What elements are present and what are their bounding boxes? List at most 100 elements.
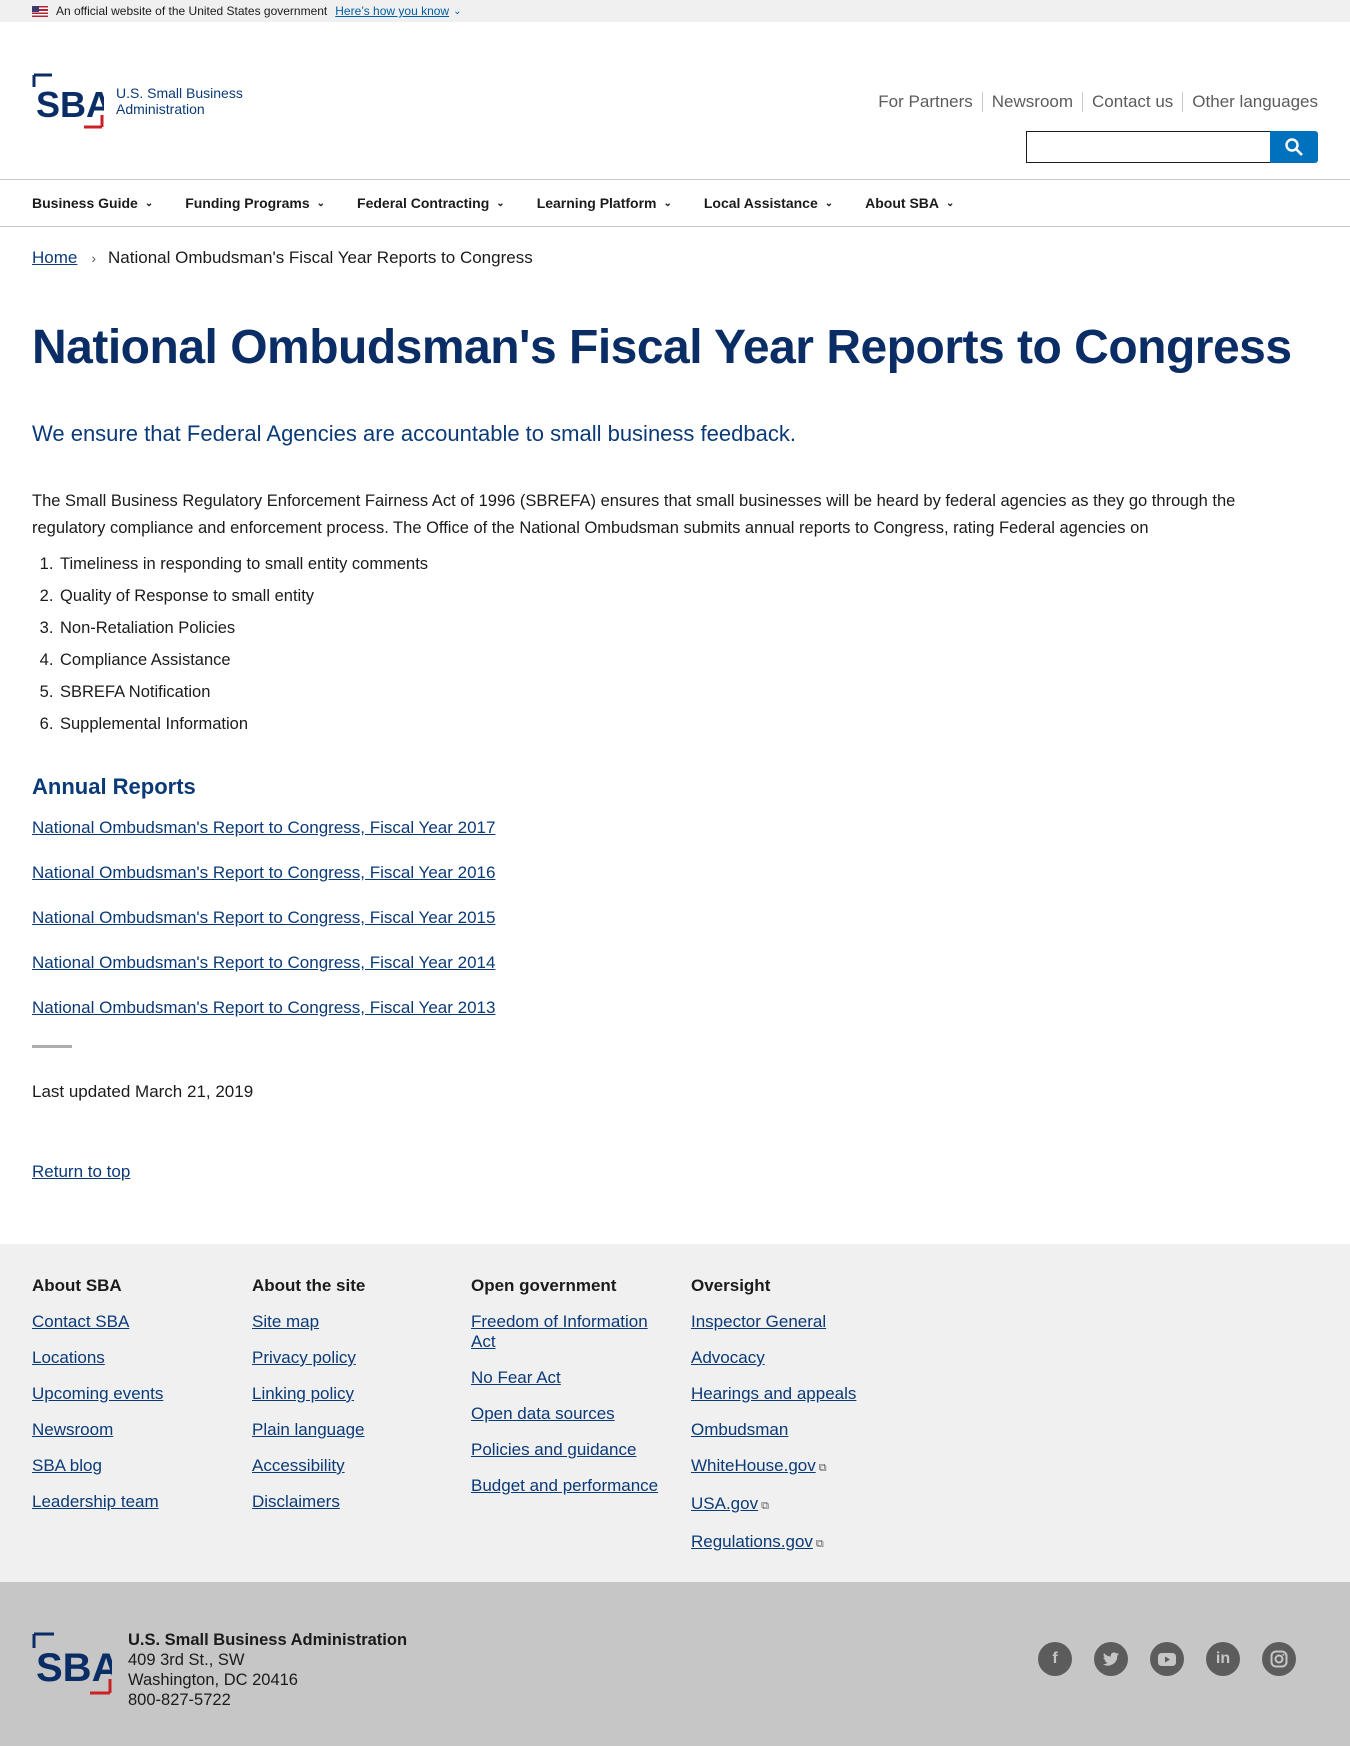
footer-phone: 800-827-5722 — [128, 1691, 231, 1709]
heres-how-you-know-link[interactable]: Here’s how you know — [335, 4, 449, 18]
report-link-fy2014[interactable]: National Ombudsman's Report to Congress,… — [32, 953, 495, 972]
footer-bottom: SBA U.S. Small Business Administration 4… — [0, 1582, 1350, 1746]
chevron-down-icon: ⌄ — [946, 197, 955, 209]
list-item: Non-Retaliation Policies — [58, 612, 1318, 644]
list-item: Compliance Assistance — [58, 644, 1318, 676]
lead-text: We ensure that Federal Agencies are acco… — [32, 421, 796, 446]
nav-label: Federal Contracting — [357, 195, 490, 211]
nav-federal-contracting[interactable]: Federal Contracting ⌄ — [357, 195, 505, 211]
nav-label: Local Assistance — [703, 195, 818, 211]
footer-col-title: About SBA — [32, 1276, 122, 1295]
nav-label: Learning Platform — [536, 195, 657, 211]
footer-link-locations[interactable]: Locations — [32, 1348, 105, 1367]
return-to-top-link[interactable]: Return to top — [32, 1162, 130, 1182]
logo-text-line2: Administration — [116, 101, 205, 117]
footer-link-sba-blog[interactable]: SBA blog — [32, 1456, 102, 1475]
footer-link-inspector-general[interactable]: Inspector General — [691, 1312, 826, 1331]
footer-link-upcoming-events[interactable]: Upcoming events — [32, 1384, 163, 1403]
footer-link-leadership-team[interactable]: Leadership team — [32, 1492, 159, 1511]
instagram-icon[interactable] — [1262, 1642, 1296, 1676]
report-link-fy2016[interactable]: National Ombudsman's Report to Congress,… — [32, 863, 495, 882]
footer-link-ombudsman[interactable]: Ombudsman — [691, 1420, 788, 1439]
footer-link-hearings-appeals[interactable]: Hearings and appeals — [691, 1384, 856, 1403]
external-link-icon: ⧉ — [761, 1500, 769, 1512]
list-item: Timeliness in responding to small entity… — [58, 548, 1318, 580]
footer-link-open-data[interactable]: Open data sources — [471, 1404, 615, 1423]
twitter-icon[interactable] — [1094, 1642, 1128, 1676]
logo-text-line1: U.S. Small Business — [116, 85, 243, 101]
criteria-list: Timeliness in responding to small entity… — [32, 548, 1318, 740]
youtube-icon[interactable] — [1150, 1642, 1184, 1676]
chevron-down-icon: ⌄ — [316, 197, 326, 209]
site-header: SBA U.S. Small Business Administration F… — [0, 22, 1350, 180]
us-flag-icon — [32, 5, 48, 17]
page-title: National Ombudsman's Fiscal Year Reports… — [32, 321, 1292, 374]
nav-label: Business Guide — [32, 195, 138, 211]
search-icon — [1285, 138, 1303, 156]
last-updated: Last updated March 21, 2019 — [32, 1082, 254, 1101]
divider — [32, 1045, 72, 1048]
breadcrumb-home-link[interactable]: Home — [32, 248, 77, 268]
footer-link-plain-language[interactable]: Plain language — [252, 1420, 364, 1439]
footer-col-about-sba: About SBA Contact SBA Locations Upcoming… — [32, 1276, 222, 1528]
util-nav-for-partners[interactable]: For Partners — [878, 92, 981, 112]
utility-nav: For Partners Newsroom Contact us Other l… — [878, 92, 1318, 112]
chevron-down-icon: ⌄ — [663, 197, 672, 209]
search-button[interactable] — [1270, 131, 1318, 163]
svg-text:SBA: SBA — [36, 1646, 112, 1690]
footer-col-about-site: About the site Site map Privacy policy L… — [252, 1276, 442, 1528]
footer-link-contact-sba[interactable]: Contact SBA — [32, 1312, 129, 1331]
logo-text: U.S. Small Business Administration — [116, 85, 243, 117]
breadcrumb-current: National Ombudsman's Fiscal Year Reports… — [108, 248, 533, 267]
gov-banner-text: An official website of the United States… — [56, 4, 328, 18]
util-nav-newsroom[interactable]: Newsroom — [981, 92, 1082, 112]
facebook-icon[interactable]: f — [1038, 1642, 1072, 1676]
list-item: Supplemental Information — [58, 708, 1318, 740]
chevron-right-icon: › — [91, 250, 97, 266]
search-input[interactable] — [1026, 131, 1270, 163]
main-nav: Business Guide ⌄ Funding Programs ⌄ Federa… — [0, 180, 1350, 227]
footer-link-privacy-policy[interactable]: Privacy policy — [252, 1348, 356, 1367]
util-nav-other-languages[interactable]: Other languages — [1182, 92, 1318, 112]
footer-col-open-government: Open government Freedom of Information A… — [471, 1276, 661, 1512]
footer-link-foia[interactable]: Freedom of Information Act — [471, 1312, 648, 1351]
chevron-down-icon: ⌄ — [144, 197, 154, 209]
svg-text:SBA: SBA — [36, 84, 104, 125]
nav-local-assistance[interactable]: Local Assistance ⌄ — [704, 195, 833, 211]
linkedin-icon[interactable]: in — [1206, 1642, 1240, 1676]
report-link-fy2013[interactable]: National Ombudsman's Report to Congress,… — [32, 998, 495, 1017]
chevron-down-icon: ⌄ — [496, 197, 505, 209]
footer-link-disclaimers[interactable]: Disclaimers — [252, 1492, 340, 1511]
footer-street: 409 3rd St., SW — [128, 1651, 245, 1669]
nav-about-sba[interactable]: About SBA ⌄ — [865, 195, 954, 211]
footer-col-oversight: Oversight Inspector General Advocacy Hea… — [691, 1276, 881, 1570]
nav-learning-platform[interactable]: Learning Platform ⌄ — [537, 195, 672, 211]
footer-link-newsroom[interactable]: Newsroom — [32, 1420, 113, 1439]
report-link-fy2017[interactable]: National Ombudsman's Report to Congress,… — [32, 818, 495, 837]
footer-link-advocacy[interactable]: Advocacy — [691, 1348, 765, 1367]
footer-link-no-fear-act[interactable]: No Fear Act — [471, 1368, 561, 1387]
footer-city: Washington, DC 20416 — [128, 1671, 298, 1689]
footer-link-site-map[interactable]: Site map — [252, 1312, 319, 1331]
intro-paragraph: The Small Business Regulatory Enforcemen… — [32, 492, 1236, 537]
footer-link-budget-performance[interactable]: Budget and performance — [471, 1476, 658, 1495]
social-links: f in — [1016, 1642, 1296, 1676]
nav-funding-programs[interactable]: Funding Programs ⌄ — [185, 195, 325, 211]
report-link-fy2015[interactable]: National Ombudsman's Report to Congress,… — [32, 908, 495, 927]
sba-footer-logo-icon[interactable]: SBA — [32, 1632, 112, 1695]
list-item: Quality of Response to small entity — [58, 580, 1318, 612]
chevron-down-icon: ⌄ — [453, 5, 462, 17]
footer-link-linking-policy[interactable]: Linking policy — [252, 1384, 354, 1403]
footer-link-accessibility[interactable]: Accessibility — [252, 1456, 345, 1475]
footer-links: About SBA Contact SBA Locations Upcoming… — [0, 1244, 1350, 1582]
footer-link-usagov[interactable]: USA.gov — [691, 1494, 758, 1513]
footer-link-regulations[interactable]: Regulations.gov — [691, 1532, 813, 1551]
breadcrumb: Home › National Ombudsman's Fiscal Year … — [32, 248, 1318, 268]
sba-logo[interactable]: SBA U.S. Small Business Administration — [32, 73, 243, 129]
sba-logo-icon: SBA — [32, 73, 104, 129]
nav-business-guide[interactable]: Business Guide ⌄ — [32, 195, 153, 211]
footer-col-title: Oversight — [691, 1276, 771, 1295]
util-nav-contact-us[interactable]: Contact us — [1082, 92, 1182, 112]
footer-link-whitehouse[interactable]: WhiteHouse.gov — [691, 1456, 816, 1475]
footer-link-policies-guidance[interactable]: Policies and guidance — [471, 1440, 636, 1459]
